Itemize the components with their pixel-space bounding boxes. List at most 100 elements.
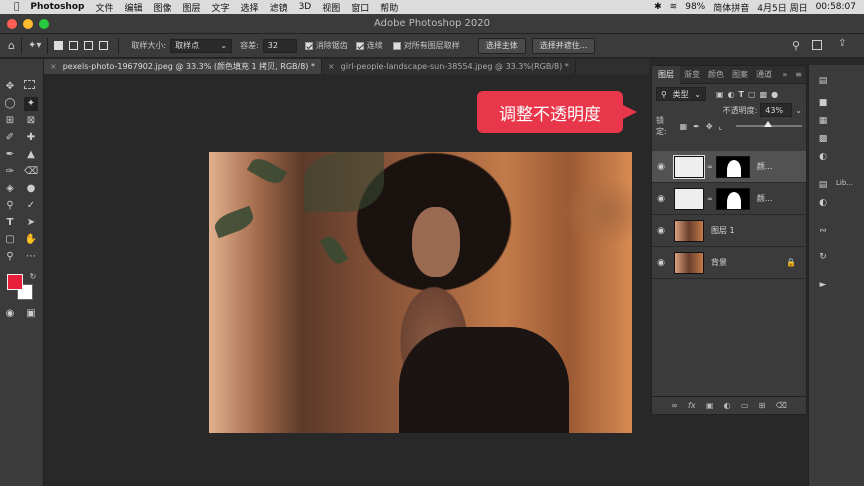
menu-image[interactable]: 图像 xyxy=(154,1,172,14)
lock-image-icon[interactable]: ✒ xyxy=(693,122,700,131)
quick-mask-icon[interactable]: ◉ xyxy=(3,307,17,321)
layer-name[interactable]: 颜... xyxy=(757,193,773,204)
actions-panel-icon[interactable]: ► xyxy=(817,279,829,291)
fx-icon[interactable]: fx xyxy=(688,401,696,410)
layer-name[interactable]: 背景 xyxy=(711,257,727,268)
menu-layer[interactable]: 图层 xyxy=(183,1,201,14)
link-icon[interactable]: ∞ xyxy=(707,163,713,171)
type-tool-icon[interactable]: T xyxy=(3,216,17,230)
document-photo[interactable] xyxy=(209,152,632,433)
filter-adjust-icon[interactable]: ◐ xyxy=(728,90,735,99)
chevron-down-icon[interactable]: ⌄ xyxy=(795,106,802,115)
new-selection-icon[interactable] xyxy=(54,41,64,50)
swap-colors-icon[interactable]: ↻ xyxy=(26,270,40,284)
layer-name[interactable]: 颜... xyxy=(757,161,773,172)
filter-type-icon[interactable]: T xyxy=(739,90,744,99)
history-brush-icon[interactable]: ✑ xyxy=(3,165,17,179)
move-tool-icon[interactable]: ✥ xyxy=(3,80,17,94)
canvas-area[interactable] xyxy=(44,74,649,486)
zoom-tool-icon[interactable]: ⚲ xyxy=(3,250,17,264)
menu-type[interactable]: 文字 xyxy=(212,1,230,14)
color-panel-icon[interactable]: ■ xyxy=(817,97,829,109)
layer-thumbnail[interactable] xyxy=(674,219,704,242)
paint-bucket-icon[interactable]: ◈ xyxy=(3,182,17,196)
dodge-tool-icon[interactable]: ⚲ xyxy=(3,199,17,213)
eye-icon[interactable]: ◉ xyxy=(652,226,670,236)
bluetooth-icon[interactable]: ✱ xyxy=(654,2,662,12)
magic-wand-icon[interactable]: ✦▾ xyxy=(28,40,41,51)
menubar-date[interactable]: 4月5日 周日 xyxy=(757,1,807,14)
blur-tool-icon[interactable]: ● xyxy=(24,182,38,196)
menu-file[interactable]: 文件 xyxy=(95,1,113,14)
share-icon[interactable]: ⇪ xyxy=(838,38,846,49)
healing-tool-icon[interactable]: ✚ xyxy=(24,131,38,145)
filter-toggle-icon[interactable]: ● xyxy=(771,90,778,99)
lock-transparent-icon[interactable]: ▦ xyxy=(680,122,688,131)
tab-layers[interactable]: 图层 xyxy=(652,65,680,84)
marquee-tool-icon[interactable] xyxy=(24,80,35,89)
shape-tool-icon[interactable]: ▢ xyxy=(3,233,17,247)
layer-row[interactable]: ◉ 图层 1 xyxy=(652,215,806,247)
sample-size-select[interactable]: 取样点 ⌄ xyxy=(170,38,233,53)
antialias-checkbox[interactable] xyxy=(304,41,313,50)
foreground-color-swatch[interactable] xyxy=(7,274,23,290)
eye-icon[interactable]: ◉ xyxy=(652,194,670,204)
filter-smart-icon[interactable]: ▩ xyxy=(760,90,768,99)
eye-icon[interactable]: ◉ xyxy=(652,258,670,268)
eyedropper-tool-icon[interactable]: ✐ xyxy=(3,131,17,145)
libraries-panel-icon[interactable]: ▤ xyxy=(817,179,829,191)
layer-row[interactable]: ◉ ∞ 颜... xyxy=(652,151,806,183)
trash-icon[interactable]: ⌫ xyxy=(776,401,787,410)
select-subject-button[interactable]: 选择主体 xyxy=(477,37,526,54)
menu-app-name[interactable]: Photoshop xyxy=(30,2,84,12)
layer-thumbnail[interactable] xyxy=(674,187,704,210)
crop-tool-icon[interactable]: ⊞ xyxy=(3,114,17,128)
apple-icon[interactable]:  xyxy=(14,2,19,12)
menu-3d[interactable]: 3D xyxy=(299,2,312,12)
layer-row[interactable]: ◉ ∞ 颜... xyxy=(652,183,806,215)
tab-gradients[interactable]: 渐变 xyxy=(680,69,704,80)
libraries-label[interactable]: Lib... xyxy=(836,179,853,187)
wifi-icon[interactable]: ≋ xyxy=(670,2,678,12)
subtract-selection-icon[interactable] xyxy=(84,41,94,50)
brush-tool-icon[interactable]: ✒ xyxy=(3,148,17,162)
stamp-tool-icon[interactable]: ▲ xyxy=(24,148,38,162)
adjust-icon[interactable]: ◐ xyxy=(724,401,731,410)
ime-label[interactable]: 简体拼音 xyxy=(713,1,749,14)
select-and-mask-button[interactable]: 选择并遮住... xyxy=(531,37,596,54)
mask-icon[interactable]: ▣ xyxy=(706,401,714,410)
tab-color[interactable]: 颜色 xyxy=(704,69,728,80)
link-icon[interactable]: ∞ xyxy=(707,195,713,203)
properties-panel-icon[interactable]: ◐ xyxy=(817,151,829,163)
eraser-tool-icon[interactable]: ⌫ xyxy=(24,165,38,179)
layers-panel-icon[interactable]: ▤ xyxy=(817,75,829,87)
tolerance-input[interactable]: 32 xyxy=(262,38,297,53)
menu-filter[interactable]: 滤镜 xyxy=(270,1,288,14)
layer-mask-thumbnail[interactable] xyxy=(715,187,750,210)
lock-position-icon[interactable]: ✥ xyxy=(706,122,713,131)
all-layers-checkbox[interactable] xyxy=(392,41,401,50)
folder-icon[interactable]: ▭ xyxy=(741,401,749,410)
menu-window[interactable]: 窗口 xyxy=(351,1,369,14)
panel-expand-icon[interactable]: » xyxy=(778,70,791,79)
pen-tool-icon[interactable]: ✓ xyxy=(24,199,38,213)
swatches-panel-icon[interactable]: ▦ xyxy=(817,115,829,127)
tab-channels[interactable]: 通道 xyxy=(752,69,776,80)
layer-name[interactable]: 图层 1 xyxy=(711,225,735,236)
panel-menu-icon[interactable]: ≡ xyxy=(791,70,806,79)
eye-icon[interactable]: ◉ xyxy=(652,162,670,172)
opacity-slider[interactable] xyxy=(736,121,802,127)
adjustments-panel-icon[interactable]: ◐ xyxy=(817,197,829,209)
paths-panel-icon[interactable]: ∾ xyxy=(817,225,829,237)
search-icon[interactable]: ⚲ xyxy=(792,39,800,52)
link-icon[interactable]: ∞ xyxy=(671,401,678,410)
menu-edit[interactable]: 编辑 xyxy=(124,1,142,14)
opacity-slider-handle[interactable] xyxy=(764,121,773,127)
menu-select[interactable]: 选择 xyxy=(241,1,259,14)
layer-mask-thumbnail[interactable] xyxy=(715,155,750,178)
screen-mode-icon[interactable]: ▣ xyxy=(24,307,38,321)
patterns-panel-icon[interactable]: ▩ xyxy=(817,133,829,145)
menubar-time[interactable]: 00:58:07 xyxy=(816,2,856,12)
lock-artboard-icon[interactable]: ⌞ xyxy=(719,122,723,131)
tab-document-2[interactable]: × girl-people-landscape-sun-38554.jpeg @… xyxy=(322,59,576,74)
